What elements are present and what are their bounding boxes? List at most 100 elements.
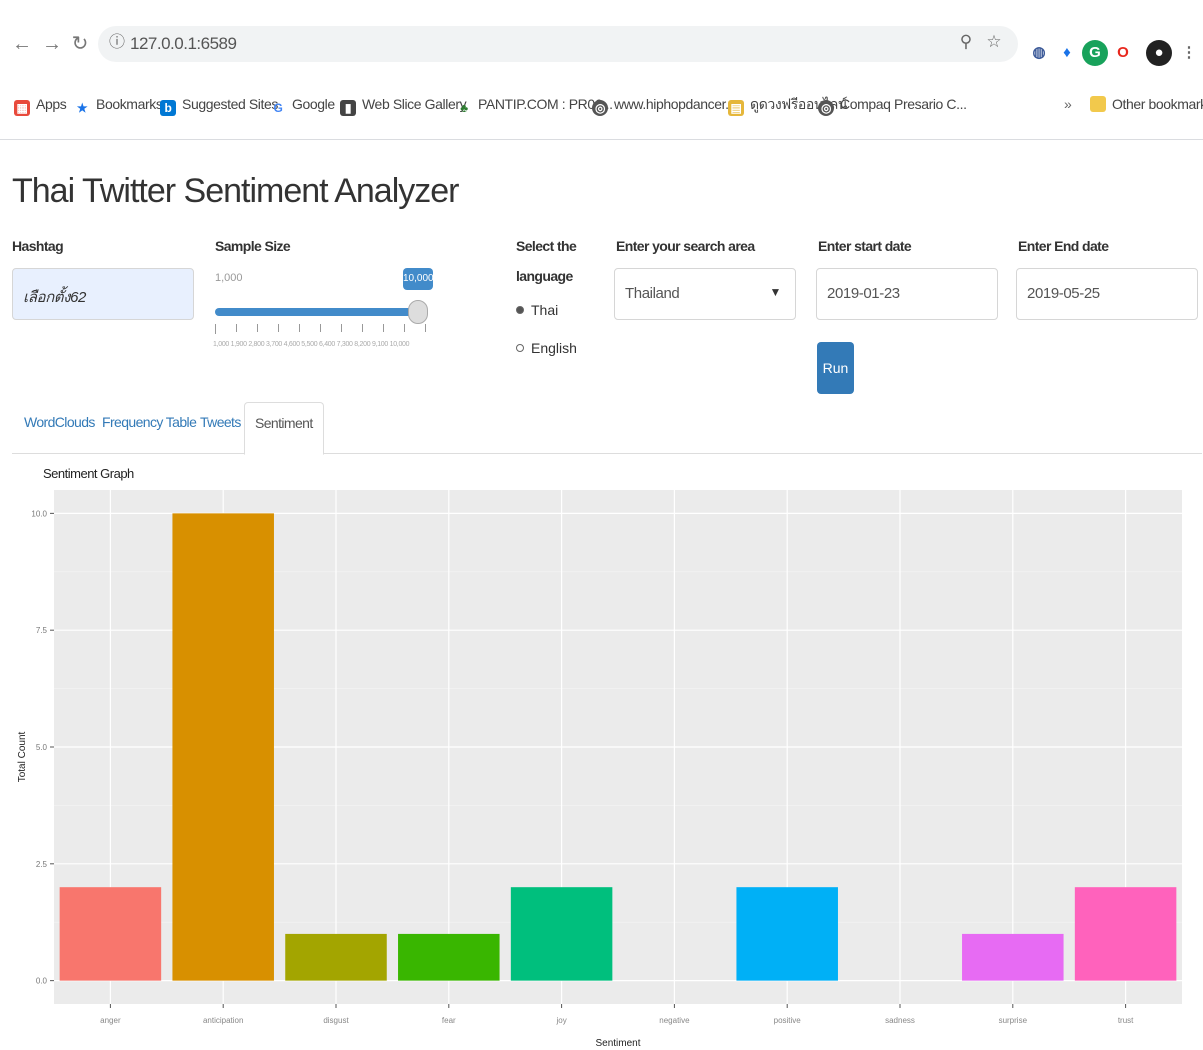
slider-tick (320, 324, 321, 332)
reload-icon[interactable]: ↻ (68, 30, 92, 58)
x-axis-title: Sentiment (595, 1038, 640, 1049)
bookmarks-bar: ▦ Apps ★ Bookmarks b Suggested Sites G Googl… (0, 86, 1203, 122)
chart-title: Sentiment Graph (43, 466, 134, 481)
bar-anticipation (172, 513, 274, 981)
bar-trust (1074, 887, 1177, 981)
slider-tick (341, 324, 342, 332)
x-tick-label: positive (774, 1016, 802, 1025)
slider-handle[interactable] (408, 300, 428, 324)
run-button[interactable]: Run (817, 342, 854, 394)
x-tick-label: anticipation (203, 1016, 243, 1025)
end-date-label: Enter End date (1018, 238, 1109, 254)
menu-dots-icon[interactable]: ⋮ (1176, 40, 1202, 66)
bookmark-web-slice[interactable]: ▮ Web Slice Gallery (340, 92, 467, 116)
omnibox-actions: ⚲ ☆ (952, 32, 1008, 56)
extension-icon[interactable]: ◍ (1026, 40, 1052, 66)
slider-min-label: 1,000 (215, 272, 243, 284)
hashtag-input[interactable]: เลือกตั้ง62 (12, 268, 194, 320)
slider-tick (404, 324, 405, 332)
y-tick-label: 5.0 (36, 743, 48, 752)
radio-thai[interactable]: Thai (516, 302, 558, 318)
opera-icon[interactable]: O (1110, 40, 1136, 66)
globe-icon: ◎ (592, 100, 608, 116)
profile-avatar[interactable]: ● (1146, 40, 1172, 66)
x-tick-label: surprise (999, 1016, 1028, 1025)
x-tick-label: trust (1118, 1016, 1134, 1025)
globe-icon: ◎ (818, 100, 834, 116)
web-slice-icon: ▮ (340, 100, 356, 116)
slider-tick (383, 324, 384, 332)
tab-tweets[interactable]: Tweets (190, 402, 251, 454)
search-area-value: Thailand (625, 285, 680, 302)
other-bookmarks[interactable]: Other bookmarks (1090, 92, 1203, 116)
bookmark-hiphopdancer[interactable]: ◎ www.hiphopdancer.... (592, 92, 739, 116)
bookmarks-overflow-button[interactable]: » (1064, 92, 1072, 116)
star-icon: ★ (76, 101, 88, 115)
slider-tick (257, 324, 258, 332)
folder-icon: ▤ (728, 100, 744, 116)
sentiment-bar-chart: 0.0 2.5 5.0 7.5 10.0 anger anticipation disgust… (17, 490, 1182, 1049)
y-tick-label: 7.5 (36, 626, 48, 635)
slider-value-badge: 10,000 (403, 268, 434, 290)
hashtag-label: Hashtag (12, 238, 64, 254)
bing-icon: b (160, 100, 176, 116)
apps-grid-icon: ▦ (14, 100, 30, 116)
folder-icon (1090, 96, 1106, 112)
bookmark-compaq[interactable]: ◎ Compaq Presario C... (818, 92, 967, 116)
slider-tick (425, 324, 426, 332)
slider-tick (236, 324, 237, 332)
zoom-icon[interactable]: ⚲ (952, 32, 980, 52)
y-tick-label: 2.5 (36, 860, 48, 869)
language-label-line1: Select the (516, 238, 577, 254)
bar-surprise (962, 933, 1064, 981)
address-bar[interactable]: ⓘ 127.0.0.1:6589 ⚲ ☆ (98, 26, 1018, 62)
back-icon[interactable]: ← (10, 30, 34, 58)
tab-bar: WordClouds Frequency Table Tweets Sentim… (12, 390, 1202, 455)
start-date-input[interactable]: 2019-01-23 (816, 268, 998, 320)
bar-positive (736, 887, 838, 981)
bar-joy (510, 887, 613, 981)
plot-panel (54, 490, 1182, 1004)
caret-down-icon: ▼ (769, 285, 782, 299)
slider-tick (278, 324, 279, 332)
y-tick-label: 0.0 (36, 977, 48, 986)
bar-fear (398, 933, 500, 981)
grammarly-icon[interactable]: G (1082, 40, 1108, 66)
start-date-label: Enter start date (818, 238, 912, 254)
slider-ticks (215, 324, 426, 334)
x-tick-label: anger (100, 1016, 121, 1025)
page-title: Thai Twitter Sentiment Analyzer (12, 172, 459, 210)
x-tick-label: sadness (885, 1016, 915, 1025)
y-tick-label: 10.0 (31, 509, 47, 518)
bookmark-google[interactable]: G Google (270, 92, 336, 116)
search-area-label: Enter your search area (616, 238, 755, 254)
sample-size-label: Sample Size (215, 238, 291, 254)
x-tick-label: joy (555, 1016, 566, 1025)
tab-strip (0, 0, 1203, 8)
google-icon: G (273, 101, 283, 115)
radio-unselected-icon (516, 344, 524, 352)
site-info-icon[interactable]: ⓘ (106, 32, 128, 54)
radio-selected-icon (516, 306, 524, 314)
x-tick-label: disgust (323, 1016, 349, 1025)
y-axis-title: Total Count (17, 731, 28, 782)
browser-chrome: ← → ↻ ⓘ 127.0.0.1:6589 ⚲ ☆ ◍ ♦ G O ● ⋮ ▦ A… (0, 0, 1203, 140)
slider-tick (362, 324, 363, 332)
forward-icon[interactable]: → (40, 30, 64, 58)
language-label-line2: language (516, 268, 573, 284)
bookmark-suggested-sites[interactable]: b Suggested Sites (160, 92, 278, 116)
bookmark-apps[interactable]: ▦ Apps (14, 92, 67, 116)
extension-badge-icon[interactable]: ♦ (1054, 40, 1080, 66)
slider-tick (299, 324, 300, 332)
bar-anger (59, 887, 162, 981)
bookmark-bookmarks[interactable]: ★ Bookmarks (74, 92, 163, 116)
url-text: 127.0.0.1:6589 (130, 34, 237, 53)
radio-english[interactable]: English (516, 340, 577, 356)
bookmark-pantip[interactable]: ♣ PANTIP.COM : PR06... (456, 92, 613, 116)
search-area-select[interactable]: Thailand ▼ (614, 268, 796, 320)
browser-toolbar: ← → ↻ ⓘ 127.0.0.1:6589 ⚲ ☆ ◍ ♦ G O ● ⋮ (0, 14, 1203, 74)
end-date-input[interactable]: 2019-05-25 (1016, 268, 1198, 320)
sample-size-slider[interactable] (215, 308, 425, 316)
bookmark-star-icon[interactable]: ☆ (980, 32, 1008, 52)
tab-sentiment[interactable]: Sentiment (244, 402, 324, 455)
